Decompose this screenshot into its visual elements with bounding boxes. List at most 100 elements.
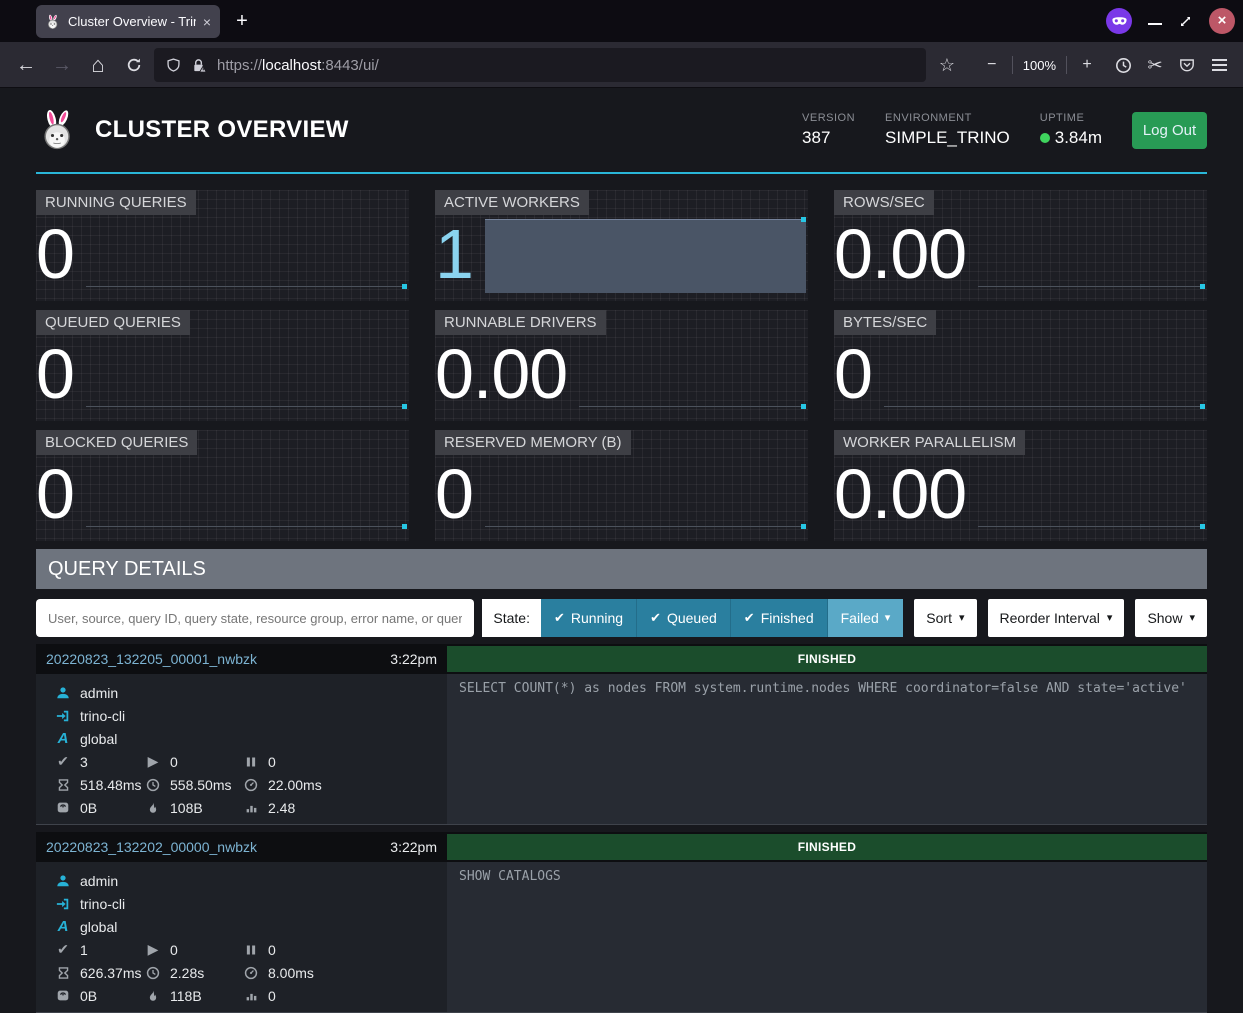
browser-tab[interactable]: Cluster Overview - Trino × bbox=[36, 5, 220, 38]
tab-close-icon[interactable]: × bbox=[203, 15, 211, 29]
environment-meta: ENVIRONMENT SIMPLE_TRINO bbox=[885, 112, 1010, 148]
stat-value: 0 bbox=[435, 457, 473, 533]
wall-time-hourglass-icon bbox=[55, 778, 71, 792]
stat-panel-running-queries: RUNNING QUERIES 0 bbox=[36, 190, 409, 301]
running-splits-play-icon: ▶ bbox=[145, 941, 161, 958]
reload-button[interactable] bbox=[118, 42, 150, 88]
peak-memory-fire-icon bbox=[145, 801, 161, 815]
check-icon: ✔ bbox=[554, 599, 565, 637]
completed-splits-check-icon: ✔ bbox=[55, 941, 71, 958]
chevron-down-icon: ▾ bbox=[1189, 599, 1195, 637]
zoom-in-button[interactable]: + bbox=[1071, 56, 1103, 74]
query-status-bar: FINISHED bbox=[447, 832, 1207, 862]
sparkline-chart bbox=[579, 337, 806, 413]
scheduled-time: 558.50ms bbox=[170, 777, 231, 793]
query-source: trino-cli bbox=[80, 708, 125, 724]
trino-bunny-logo bbox=[36, 108, 80, 152]
cpu-time-gauge-icon bbox=[243, 778, 259, 792]
stat-panel-reserved-memory: RESERVED MEMORY (B) 0 bbox=[435, 430, 808, 541]
pocket-icon[interactable] bbox=[1171, 57, 1203, 73]
environment-value: SIMPLE_TRINO bbox=[885, 128, 1010, 148]
running-splits: 0 bbox=[170, 754, 178, 770]
stat-value: 0 bbox=[36, 337, 74, 413]
cumulative-memory-chart-icon bbox=[243, 989, 259, 1002]
window-minimize-button[interactable] bbox=[1148, 23, 1162, 25]
queued-splits-pause-icon bbox=[243, 756, 259, 768]
sparkline-chart bbox=[86, 217, 407, 293]
completed-splits-check-icon: ✔ bbox=[55, 753, 71, 770]
state-filter-running[interactable]: ✔ Running bbox=[541, 599, 636, 637]
query-time: 3:22pm bbox=[390, 839, 437, 855]
queued-splits: 0 bbox=[268, 942, 276, 958]
uptime-meta: UPTIME 3.84m bbox=[1040, 112, 1102, 148]
forward-button: → bbox=[46, 42, 78, 88]
query-id-bar: 20220823_132202_00000_nwbzk 3:22pm bbox=[36, 832, 447, 862]
state-filter-label: State: bbox=[482, 599, 541, 637]
lock-warning-icon[interactable] bbox=[191, 58, 207, 73]
sort-dropdown[interactable]: Sort ▾ bbox=[914, 599, 976, 637]
history-clock-icon[interactable] bbox=[1107, 57, 1139, 74]
bookmark-star-icon[interactable]: ☆ bbox=[931, 55, 963, 76]
logout-button[interactable]: Log Out bbox=[1132, 112, 1207, 149]
query-sql-text: SHOW CATALOGS bbox=[447, 862, 1207, 1013]
site-header: CLUSTER OVERVIEW VERSION 387 ENVIRONMENT… bbox=[36, 88, 1207, 174]
zoom-out-button[interactable]: − bbox=[976, 56, 1008, 74]
stat-panel-runnable-drivers: RUNNABLE DRIVERS 0.00 bbox=[435, 310, 808, 421]
check-icon: ✔ bbox=[650, 599, 661, 637]
screenshot-scissors-icon[interactable]: ✂ bbox=[1139, 55, 1171, 76]
scheduled-time: 2.28s bbox=[170, 965, 204, 981]
state-filter-finished[interactable]: ✔ Finished bbox=[730, 599, 827, 637]
sparkline-chart bbox=[86, 457, 407, 533]
query-search-input[interactable] bbox=[36, 599, 474, 637]
query-row: 20220823_132205_00001_nwbzk 3:22pm FINIS… bbox=[36, 644, 1207, 825]
query-resource-group: global bbox=[80, 731, 117, 747]
menu-hamburger-icon[interactable] bbox=[1203, 59, 1235, 71]
private-browsing-icon bbox=[1106, 8, 1132, 34]
resource-group-icon: A bbox=[55, 918, 71, 935]
home-button[interactable]: ⌂ bbox=[82, 42, 114, 88]
check-icon: ✔ bbox=[744, 599, 755, 637]
stat-value: 0 bbox=[834, 337, 872, 413]
window-restore-button[interactable] bbox=[1178, 14, 1193, 29]
state-filter-failed-dropdown[interactable]: Failed ▾ bbox=[827, 599, 904, 637]
wall-time: 518.48ms bbox=[80, 777, 141, 793]
window-close-button[interactable]: × bbox=[1209, 8, 1235, 34]
reorder-interval-dropdown[interactable]: Reorder Interval ▾ bbox=[988, 599, 1125, 637]
back-button[interactable]: ← bbox=[10, 42, 42, 88]
version-meta: VERSION 387 bbox=[802, 112, 855, 148]
cpu-time-gauge-icon bbox=[243, 966, 259, 980]
tab-title: Cluster Overview - Trino bbox=[68, 14, 196, 29]
current-memory: 0B bbox=[80, 800, 97, 816]
scheduled-time-clock-icon bbox=[145, 966, 161, 980]
current-memory-scale-icon bbox=[55, 989, 71, 1002]
state-filter-group: State: ✔ Running ✔ Queued ✔ Finished Fai… bbox=[482, 599, 903, 637]
current-memory-scale-icon bbox=[55, 801, 71, 814]
cumulative-memory: 2.48 bbox=[268, 800, 295, 816]
new-tab-button[interactable]: + bbox=[228, 7, 256, 35]
status-badge: FINISHED bbox=[447, 646, 1207, 672]
browser-tab-bar: Cluster Overview - Trino × + × bbox=[0, 0, 1243, 42]
stat-value: 0.00 bbox=[834, 217, 966, 293]
completed-splits: 1 bbox=[80, 942, 88, 958]
source-signin-icon bbox=[55, 897, 71, 911]
sparkline-chart bbox=[485, 217, 806, 293]
url-bar[interactable]: https://localhost:8443/ui/ bbox=[154, 48, 926, 82]
stat-value: 0 bbox=[36, 457, 74, 533]
status-badge: FINISHED bbox=[447, 834, 1207, 860]
shield-icon[interactable] bbox=[166, 58, 181, 73]
chevron-down-icon: ▾ bbox=[885, 599, 891, 637]
peak-memory: 118B bbox=[170, 988, 202, 1004]
sparkline-chart bbox=[485, 457, 806, 533]
query-sql-text: SELECT COUNT(*) as nodes FROM system.run… bbox=[447, 674, 1207, 825]
query-id-link[interactable]: 20220823_132202_00000_nwbzk bbox=[46, 839, 257, 855]
current-memory: 0B bbox=[80, 988, 97, 1004]
url-text[interactable]: https://localhost:8443/ui/ bbox=[217, 57, 379, 74]
show-dropdown[interactable]: Show ▾ bbox=[1135, 599, 1207, 637]
zoom-level[interactable]: 100% bbox=[1017, 58, 1062, 73]
state-filter-queued[interactable]: ✔ Queued bbox=[636, 599, 730, 637]
query-id-link[interactable]: 20220823_132205_00001_nwbzk bbox=[46, 651, 257, 667]
resource-group-icon: A bbox=[55, 730, 71, 747]
cumulative-memory: 0 bbox=[268, 988, 276, 1004]
trino-page: CLUSTER OVERVIEW VERSION 387 ENVIRONMENT… bbox=[0, 88, 1243, 1013]
running-splits: 0 bbox=[170, 942, 178, 958]
